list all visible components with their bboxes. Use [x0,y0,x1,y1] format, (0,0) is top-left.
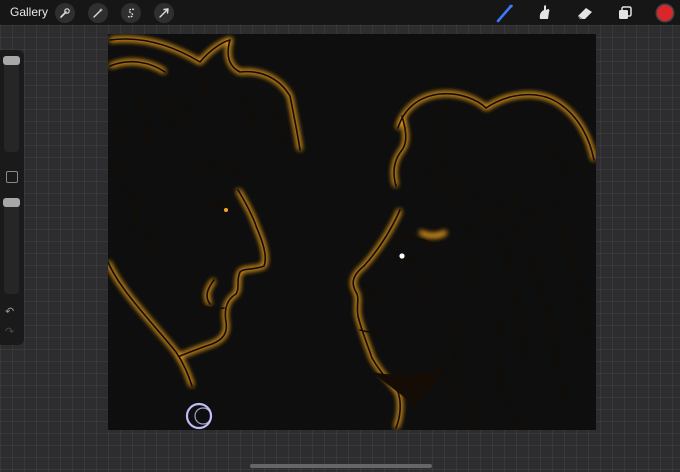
brush-size-handle[interactable] [3,56,20,65]
opacity-slider[interactable] [3,198,20,294]
undo-icon[interactable]: ↶ [5,305,14,318]
brush-sidebar: ↶ ↷ [0,50,24,345]
artwork-layer [108,37,596,430]
opacity-handle[interactable] [3,198,20,207]
brush-size-slider[interactable] [3,56,20,152]
home-indicator [250,464,432,468]
modify-button[interactable] [6,171,18,183]
crescent-moon-signature [185,402,213,430]
redo-icon[interactable]: ↷ [5,325,14,338]
